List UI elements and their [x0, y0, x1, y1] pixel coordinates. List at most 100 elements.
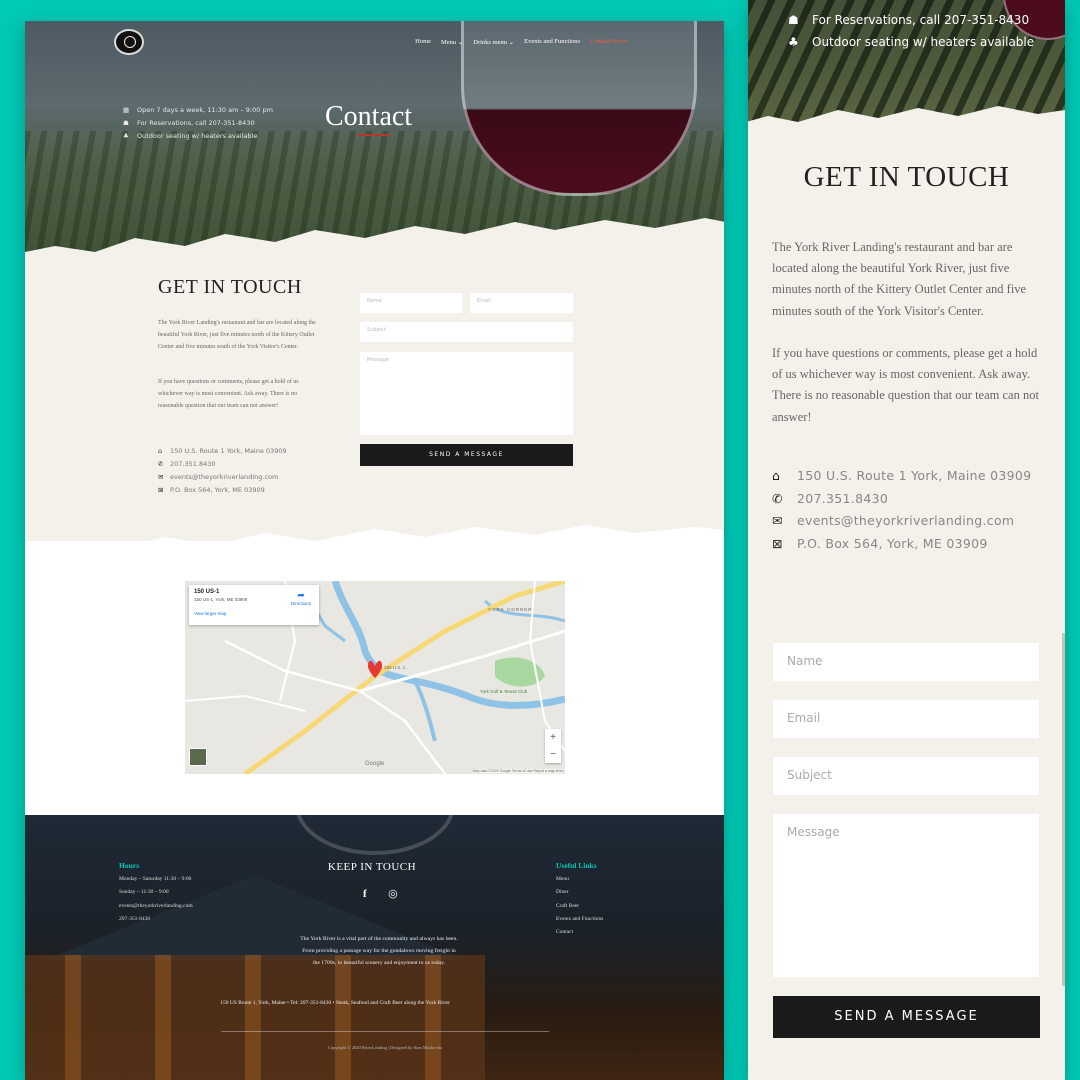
- email-field[interactable]: Email: [773, 700, 1039, 738]
- contact-details: ⌂ 150 U.S. Route 1 York, Maine 03909 ✆ 207…: [158, 445, 287, 497]
- map-zoom-controls: + −: [545, 729, 561, 763]
- tree-icon: ♣: [123, 132, 129, 140]
- nav-item-home[interactable]: Home: [415, 38, 431, 46]
- useful-links-heading: Useful Links: [556, 861, 597, 870]
- mobile-questions-paragraph: If you have questions or comments, pleas…: [772, 346, 1039, 424]
- home-icon: ⌂: [772, 468, 781, 483]
- main-nav: Home Menu ⌄ Drinks menu ⌄ Events and Fun…: [415, 38, 628, 46]
- desktop-mockup: Home Menu ⌄ Drinks menu ⌄ Events and Fun…: [25, 21, 724, 1080]
- mobile-hero-banner: ☗ For Reservations, call 207-351-8430 ♣ Ou…: [748, 0, 1065, 125]
- message-field[interactable]: Message: [773, 814, 1039, 977]
- send-message-button[interactable]: SEND A MESSAGE: [773, 996, 1040, 1038]
- name-field[interactable]: Name: [360, 293, 462, 313]
- footer-address-line: 150 US Route 1, York, Maine • Tel: 207-3…: [220, 1000, 450, 1006]
- hero-info-reservations: ☗ For Reservations, call 207-351-8430: [123, 117, 273, 130]
- map-label-york-corner: YORK CORNER: [488, 607, 533, 612]
- nav-item-menu[interactable]: Menu ⌄: [441, 38, 463, 46]
- scrollbar[interactable]: [1062, 633, 1065, 986]
- mailbox-icon: ⊠: [158, 486, 164, 494]
- contact-po-box: ⊠ P.O. Box 564, York, ME 03909: [158, 484, 287, 497]
- footer-email[interactable]: events@theyorkriverlanding.com: [119, 900, 193, 913]
- mobile-mockup: ☗ For Reservations, call 207-351-8430 ♣ Ou…: [748, 0, 1065, 1080]
- zoom-out-button[interactable]: −: [545, 746, 561, 763]
- keep-in-touch-heading: KEEP IN TOUCH: [327, 861, 417, 873]
- intro-paragraph: The York River Landing's restaurant and …: [158, 320, 316, 350]
- subject-field[interactable]: Subject: [360, 322, 573, 342]
- footer-link-menu[interactable]: Menu: [556, 873, 603, 886]
- hero-info-reservations: ☗ For Reservations, call 207-351-8430: [788, 9, 1034, 31]
- torn-paper-edge: [25, 218, 724, 261]
- zoom-in-button[interactable]: +: [545, 729, 561, 746]
- contact-email[interactable]: ✉ events@theyorkriverlanding.com: [772, 510, 1031, 533]
- map-pin-label: 150 U.S. 1: [384, 665, 406, 670]
- reservation-icon: ☗: [123, 119, 129, 127]
- logo-seal-watermark: [295, 815, 455, 855]
- directions-button[interactable]: ➦ Directions: [291, 590, 311, 606]
- calendar-icon: ▦: [123, 106, 130, 114]
- footer-link-events[interactable]: Events and Functions: [556, 913, 603, 926]
- site-footer: Hours Monday – Saturday 11:30 – 9:00 Sun…: [25, 815, 724, 1080]
- footer-link-contact[interactable]: Contact: [556, 926, 603, 939]
- mobile-get-in-touch-heading: GET IN TOUCH: [803, 161, 1010, 193]
- hours-heading: Hours: [119, 861, 140, 870]
- hours-line: Monday – Saturday 11:30 – 9:00: [119, 876, 192, 882]
- contact-phone[interactable]: ✆ 207.351.8430: [772, 488, 1031, 511]
- copyright-text: Copyright © 2020 RiverLanding | Designed…: [327, 1045, 443, 1050]
- phone-icon: ✆: [158, 460, 164, 468]
- map-attribution[interactable]: Map data ©2020 Google Terms of Use Repor…: [472, 769, 563, 773]
- social-links: f ◎: [363, 887, 398, 900]
- subject-field[interactable]: Subject: [773, 757, 1039, 795]
- mobile-contact-details: ⌂ 150 U.S. Route 1 York, Maine 03909 ✆ 207…: [772, 465, 1031, 556]
- footer-divider: [221, 1031, 549, 1032]
- map-place-card: 150 US-1 150 US-1, York, ME 03909 View l…: [189, 585, 319, 625]
- map-label-golf-club: York Golf & Tennis Club: [480, 689, 528, 694]
- building-facade: [25, 955, 485, 1080]
- useful-links-list: Menu Diner Craft Beer Events and Functio…: [556, 873, 603, 939]
- name-field[interactable]: Name: [773, 643, 1039, 681]
- contact-phone[interactable]: ✆ 207.351.8430: [158, 458, 287, 471]
- footer-link-diner[interactable]: Diner: [556, 886, 603, 899]
- nav-item-events[interactable]: Events and Functions: [524, 38, 580, 46]
- hero-info-list: ▦ Open 7 days a week, 11:30 am – 9:00 pm …: [123, 104, 273, 143]
- email-field[interactable]: Email: [470, 293, 573, 313]
- google-map-embed[interactable]: 150 U.S. 1 YORK CORNER York Golf & Tenni…: [185, 581, 565, 774]
- view-larger-map-link[interactable]: View larger map: [194, 611, 314, 616]
- get-in-touch-heading: GET IN TOUCH: [158, 276, 302, 298]
- nav-item-contact[interactable]: Contact/Hours: [590, 38, 628, 46]
- contact-po-box: ⊠ P.O. Box 564, York, ME 03909: [772, 533, 1031, 556]
- envelope-icon: ✉: [158, 473, 164, 481]
- hero-info-hours: ▦ Open 7 days a week, 11:30 am – 9:00 pm: [123, 104, 273, 117]
- questions-paragraph: If you have questions or comments, pleas…: [158, 379, 299, 409]
- nav-item-drinks-menu[interactable]: Drinks menu ⌄: [473, 38, 514, 46]
- footer-phone[interactable]: 207-351-8430: [119, 913, 193, 926]
- hero-info-outdoor: ♣ Outdoor seating w/ heaters available: [123, 130, 273, 143]
- footer-link-craft-beer[interactable]: Craft Beer: [556, 900, 603, 913]
- envelope-icon: ✉: [772, 513, 783, 529]
- hero-banner: Home Menu ⌄ Drinks menu ⌄ Events and Fun…: [25, 21, 724, 261]
- message-field[interactable]: Message: [360, 352, 573, 435]
- page-title: Contact: [325, 101, 413, 132]
- phone-icon: ✆: [772, 490, 783, 506]
- hours-line: Sunday – 11:30 – 9:00: [119, 889, 169, 896]
- instagram-icon[interactable]: ◎: [388, 887, 398, 900]
- site-logo[interactable]: [114, 29, 144, 55]
- mobile-hero-info-list: ☗ For Reservations, call 207-351-8430 ♣ Ou…: [788, 9, 1034, 53]
- hero-info-outdoor: ♣ Outdoor seating w/ heaters available: [788, 31, 1034, 53]
- footer-about-text: The York River is a vital part of the co…: [300, 936, 458, 966]
- google-logo: Google: [365, 761, 385, 767]
- torn-paper-edge: [748, 106, 1065, 125]
- send-message-button[interactable]: SEND A MESSAGE: [360, 444, 573, 466]
- reservation-icon: ☗: [788, 13, 799, 27]
- directions-icon: ➦: [297, 590, 305, 600]
- torn-paper-edge: [25, 525, 724, 571]
- title-underline: [357, 134, 391, 136]
- contact-address: ⌂ 150 U.S. Route 1 York, Maine 03909: [158, 445, 287, 458]
- satellite-toggle[interactable]: [189, 748, 207, 766]
- home-icon: ⌂: [158, 447, 163, 455]
- hours-list: Monday – Saturday 11:30 – 9:00 Sunday – …: [119, 873, 193, 926]
- contact-email[interactable]: ✉ events@theyorkriverlanding.com: [158, 471, 287, 484]
- facebook-icon[interactable]: f: [363, 888, 367, 900]
- mobile-intro-paragraph: The York River Landing's restaurant and …: [772, 240, 1027, 318]
- tree-icon: ♣: [788, 35, 799, 49]
- contact-address: ⌂ 150 U.S. Route 1 York, Maine 03909: [772, 465, 1031, 488]
